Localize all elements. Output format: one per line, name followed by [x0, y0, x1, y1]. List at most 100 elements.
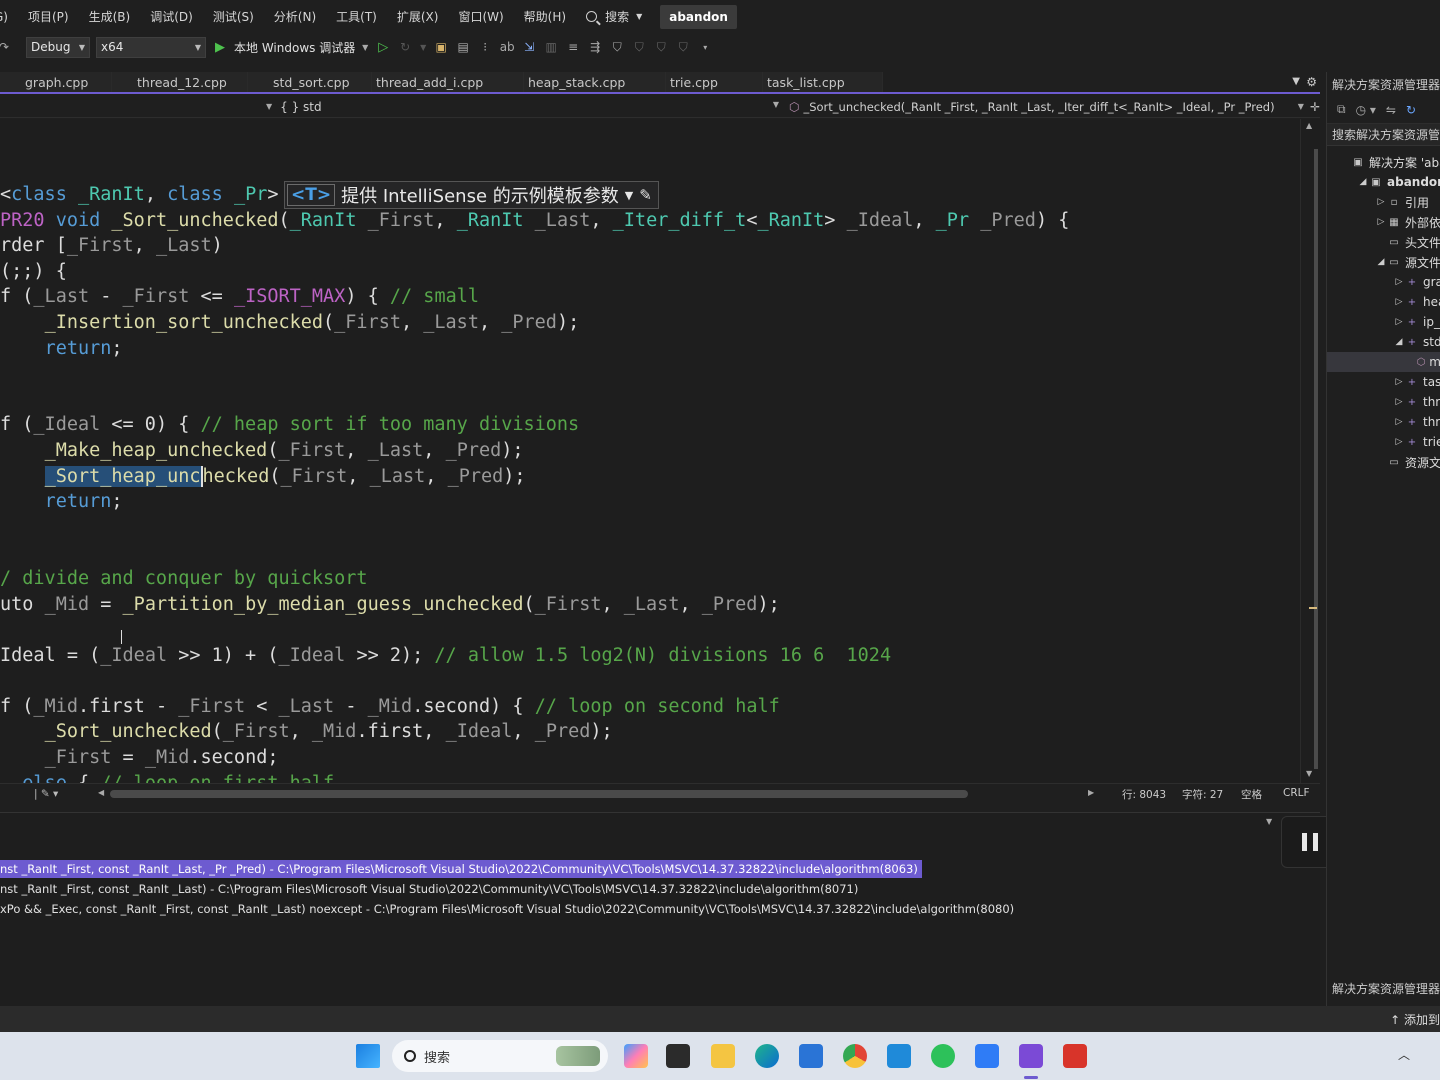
expander-icon[interactable]: ▷ [1375, 217, 1387, 227]
menu-item-debug[interactable]: 调试(D) [140, 8, 203, 25]
result-row[interactable]: xPo && _Exec, const _RanIt _First, const… [0, 900, 1018, 918]
solution-explorer-footer-tab[interactable]: 解决方案资源管理器 [1327, 980, 1440, 997]
tree-node[interactable]: ▷+ task [1327, 372, 1440, 392]
tree-node[interactable]: ▷+ trie. [1327, 432, 1440, 452]
menu-item-build[interactable]: 生成(B) [79, 8, 141, 25]
file-explorer-icon[interactable] [711, 1044, 735, 1068]
feishu-icon[interactable] [975, 1044, 999, 1068]
toolbar-overflow-icon[interactable]: ▾ [697, 39, 713, 55]
expander-icon[interactable]: ◢ [1357, 177, 1369, 187]
char-indicator[interactable]: 字符: 27 [1182, 787, 1223, 802]
chevron-up-icon[interactable]: ︿ [1398, 1046, 1410, 1063]
store-icon[interactable] [799, 1044, 823, 1068]
scroll-up-icon[interactable]: ▲ [1306, 121, 1312, 130]
start-icon[interactable] [356, 1044, 380, 1068]
menu-item-extensions[interactable]: 扩展(X) [387, 8, 449, 25]
comment-lines-icon[interactable]: ≡ [565, 39, 581, 55]
solution-search-input[interactable]: 搜索解决方案资源管 [1327, 124, 1440, 146]
menu-item-analyze[interactable]: 分析(N) [264, 8, 326, 25]
scope-dropdown[interactable]: { } std ▼ [280, 100, 779, 114]
tab-graph[interactable]: graph.cpp [0, 72, 112, 92]
spell-check-icon[interactable]: ab [499, 39, 515, 55]
tree-node[interactable]: ◢ ▣ abandon [1327, 172, 1440, 192]
expander-icon[interactable]: ▷ [1393, 417, 1405, 427]
member-dropdown[interactable]: ⬡ _Sort_unchecked(_RanIt _First, _RanIt … [789, 100, 1298, 114]
redo-icon[interactable]: ↷ [0, 39, 12, 55]
visual-studio-icon[interactable] [1019, 1044, 1043, 1068]
pencil-icon[interactable]: ✎ [639, 186, 652, 204]
refresh-icon[interactable]: ↻ [1406, 103, 1416, 117]
tree-node[interactable]: ▣ 解决方案 'aba [1327, 152, 1440, 172]
tree-node[interactable]: ▷▦ 外部依赖 [1327, 212, 1440, 232]
start-without-debug-icon[interactable]: ▷ [375, 39, 391, 55]
scroll-left-icon[interactable]: ◀ [98, 788, 104, 797]
next-bookmark-icon[interactable]: ⛉ [653, 39, 669, 55]
taskbar-search[interactable]: 搜索 [392, 1040, 608, 1072]
recorder-icon[interactable] [1063, 1044, 1087, 1068]
menu-item-tools[interactable]: 工具(T) [326, 8, 387, 25]
scrollbar-thumb[interactable] [1314, 149, 1318, 769]
intellisense-template-hint[interactable]: <T> 提供 IntelliSense 的示例模板参数 ▼ ✎ [284, 181, 659, 209]
tree-node[interactable]: ▷+ thre [1327, 392, 1440, 412]
tab-thread-add-i[interactable]: thread_add_i.cpp [372, 72, 524, 92]
expander-icon[interactable]: ▷ [1393, 437, 1405, 447]
scroll-down-icon[interactable]: ▼ [1306, 769, 1312, 778]
menu-item-project[interactable]: 项目(P) [18, 8, 79, 25]
menu-item-window[interactable]: 窗口(W) [448, 8, 513, 25]
gear-icon[interactable]: ⚙ [1306, 75, 1317, 89]
step-icon[interactable]: ⇲ [521, 39, 537, 55]
tree-node[interactable]: ▷+ thre [1327, 412, 1440, 432]
code-editor[interactable]: <class _RanIt, class _Pr> PR20 void _Sort… [0, 119, 1300, 783]
uncomment-lines-icon[interactable]: ⇶ [587, 39, 603, 55]
menu-item-test[interactable]: 测试(S) [203, 8, 264, 25]
folder-open-icon[interactable]: ▣ [433, 39, 449, 55]
menu-search[interactable]: 搜索 ▼ [576, 8, 652, 25]
chevron-down-icon[interactable]: ▼ [1298, 102, 1304, 111]
tree-node[interactable]: ⬡ m [1327, 352, 1440, 372]
prev-bookmark-icon[interactable]: ⛉ [631, 39, 647, 55]
tree-node[interactable]: ▭ 资源文件 [1327, 452, 1440, 472]
expander-icon[interactable]: ▷ [1393, 297, 1405, 307]
split-editor-icon[interactable]: ✛ [1310, 100, 1320, 114]
debug-target-label[interactable]: 本地 Windows 调试器 [234, 39, 355, 56]
expander-icon[interactable]: ▷ [1375, 197, 1387, 207]
start-debug-icon[interactable]: ▶ [212, 39, 228, 55]
tree-node[interactable]: ◢ ▭ 源文件 [1327, 252, 1440, 272]
result-row[interactable]: nst _RanIt _First, const _RanIt _Last, _… [0, 860, 922, 878]
zoom-dropdown[interactable]: | ✎ ▾ [34, 788, 58, 800]
solution-name-badge[interactable]: abandon [660, 4, 737, 29]
tree-node[interactable]: ▭ 头文件 [1327, 232, 1440, 252]
tree-node[interactable]: ▷+ grap [1327, 272, 1440, 292]
result-row[interactable]: nst _RanIt _First, const _RanIt _Last) -… [0, 880, 862, 898]
expander-icon[interactable]: ◢ [1375, 257, 1387, 267]
indent-indicator[interactable]: 空格 [1241, 787, 1262, 802]
tab-task-list[interactable]: task_list.cpp [763, 72, 883, 92]
line-ending-indicator[interactable]: CRLF [1283, 787, 1310, 799]
window-layout-icon[interactable]: ▤ [455, 39, 471, 55]
sync-icon[interactable]: ⧉ [1337, 102, 1346, 117]
bookmark-icon[interactable]: ⛉ [609, 39, 625, 55]
chevron-down-icon[interactable]: ▼ [266, 102, 272, 111]
expander-icon[interactable]: ◢ [1393, 337, 1405, 347]
chevron-down-icon[interactable]: ▼ [1266, 817, 1272, 826]
menu-item-help[interactable]: 帮助(H) [514, 8, 576, 25]
edge-icon[interactable] [755, 1044, 779, 1068]
editor-vertical-scrollbar[interactable]: ▲ ▼ [1300, 119, 1320, 783]
copilot-icon[interactable] [624, 1044, 648, 1068]
tab-std-sort[interactable]: std_sort.cpp [248, 72, 372, 92]
tree-node[interactable]: ▷+ ip_to [1327, 312, 1440, 332]
history-icon[interactable]: ◷ ▾ [1356, 103, 1376, 117]
add-to-source-control[interactable]: ↑ 添加到 [1390, 1011, 1440, 1028]
platform-dropdown[interactable]: x64 ▼ [96, 36, 206, 58]
task-view-icon[interactable] [666, 1044, 690, 1068]
tab-thread-12[interactable]: thread_12.cpp [112, 72, 248, 92]
expander-icon[interactable]: ▷ [1393, 377, 1405, 387]
pause-icon[interactable] [1302, 833, 1318, 851]
scroll-right-icon[interactable]: ▶ [1088, 788, 1094, 797]
switch-views-icon[interactable]: ⇋ [1386, 103, 1396, 117]
config-dropdown[interactable]: Debug ▼ [26, 36, 90, 58]
horizontal-scrollbar-thumb[interactable] [110, 790, 968, 798]
refresh-icon[interactable]: ↻ [397, 39, 413, 55]
tab-trie[interactable]: trie.cpp [666, 72, 763, 92]
menu-item-git[interactable]: G) [0, 10, 18, 24]
